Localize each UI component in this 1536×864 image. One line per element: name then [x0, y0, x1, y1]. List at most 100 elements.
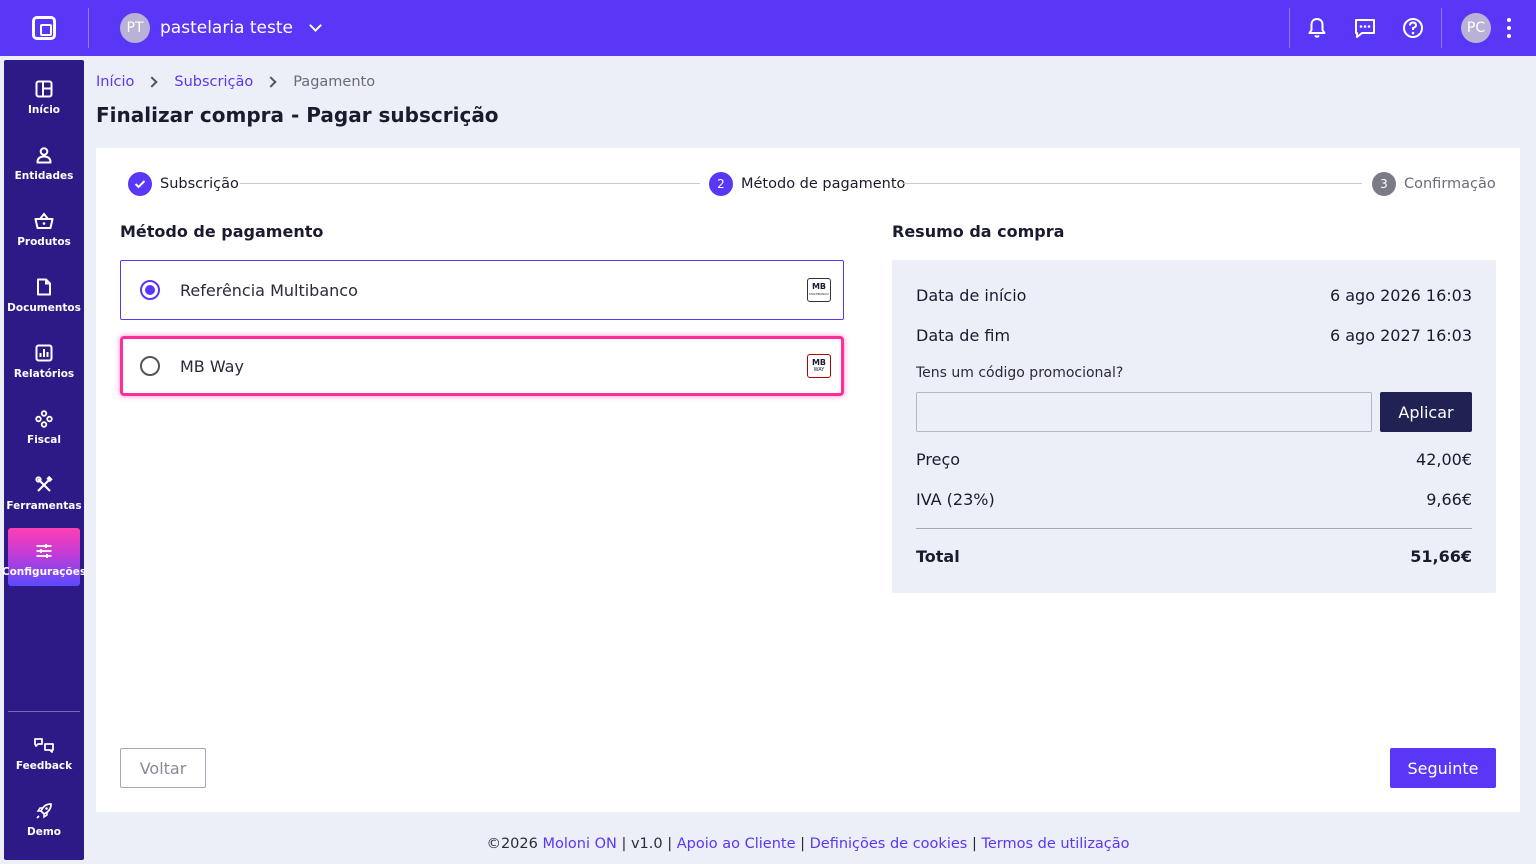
- radio-unselected[interactable]: [140, 356, 160, 376]
- sidebar-item-label: Ferramentas: [6, 500, 82, 512]
- person-icon: [36, 147, 52, 164]
- footer: ©2026 Moloni ON | v1.0 | Apoio ao Client…: [0, 836, 1536, 852]
- price-label: Preço: [916, 450, 961, 469]
- breadcrumb-inicio-link[interactable]: Início: [96, 74, 134, 90]
- check-icon: [128, 172, 152, 196]
- end-date-value: 6 ago 2027 16:03: [1329, 326, 1472, 345]
- chart-icon: [35, 344, 53, 362]
- total-value: 51,66€: [1410, 547, 1472, 566]
- footer-version: v1.0: [630, 836, 663, 852]
- summary-row-total: Total 51,66€: [916, 547, 1472, 566]
- sidebar: Início Entidades Produtos Documentos Rel…: [2, 60, 86, 860]
- price-value: 42,00€: [1416, 450, 1472, 469]
- vat-value: 9,66€: [1426, 490, 1472, 509]
- topbar-separator: [1441, 8, 1442, 48]
- chevron-right-icon: [265, 76, 277, 88]
- document-icon: [37, 278, 51, 296]
- more-menu-icon[interactable]: [1506, 18, 1512, 38]
- help-icon[interactable]: [1401, 16, 1425, 40]
- sidebar-item-ferramentas[interactable]: Ferramentas: [6, 462, 82, 520]
- sidebar-item-produtos[interactable]: Produtos: [8, 198, 80, 256]
- step-connector: [240, 183, 700, 184]
- footer-brand-link[interactable]: Moloni ON: [542, 836, 616, 852]
- footer-separator: |: [800, 836, 805, 852]
- promo-code-label: Tens um código promocional?: [916, 365, 1124, 381]
- topbar-separator: [1289, 8, 1290, 48]
- checkout-stepper: Subscrição 2 Método de pagamento 3 Confi…: [128, 172, 1496, 196]
- footer-separator: |: [667, 836, 673, 852]
- vat-label: IVA (23%): [916, 490, 995, 509]
- total-label: Total: [916, 547, 960, 566]
- mbway-logo-icon: MB WAY: [807, 354, 831, 378]
- checkout-card: Subscrição 2 Método de pagamento 3 Confi…: [96, 148, 1520, 812]
- user-avatar[interactable]: PC: [1461, 13, 1491, 43]
- step-subscricao[interactable]: Subscrição: [128, 172, 239, 196]
- topbar-separator: [88, 8, 89, 48]
- tools-icon: [35, 476, 53, 492]
- sidebar-item-label: Configurações: [1, 566, 87, 578]
- summary-row-price: Preço 42,00€: [916, 450, 1472, 469]
- sidebar-item-configuracoes[interactable]: Configurações: [2, 528, 86, 586]
- multibanco-logo-icon: MB MULTIBANCO: [807, 278, 831, 302]
- summary-divider: [916, 528, 1472, 529]
- summary-row-start: Data de início 6 ago 2026 16:03: [916, 286, 1472, 305]
- page-title: Finalizar compra - Pagar subscrição: [96, 103, 499, 127]
- footer-support-link[interactable]: Apoio ao Cliente: [677, 836, 796, 852]
- start-date-label: Data de início: [916, 286, 1027, 305]
- step-label: Método de pagamento: [741, 176, 906, 192]
- summary-row-end: Data de fim 6 ago 2027 16:03: [916, 326, 1472, 345]
- step-metodo-pagamento[interactable]: 2 Método de pagamento: [709, 172, 905, 196]
- promo-code-input[interactable]: [916, 392, 1372, 432]
- payment-option-mbway[interactable]: MB Way MB WAY: [120, 336, 844, 396]
- sidebar-item-label: Entidades: [14, 170, 74, 182]
- sidebar-item-feedback[interactable]: Feedback: [8, 722, 80, 780]
- payment-option-multibanco[interactable]: Referência Multibanco MB MULTIBANCO: [120, 260, 844, 320]
- breadcrumb-subscricao-link[interactable]: Subscrição: [174, 74, 253, 90]
- step-label: Confirmação: [1404, 176, 1496, 192]
- messages-icon[interactable]: [1353, 16, 1377, 40]
- chevron-down-icon: [309, 19, 322, 32]
- sidebar-item-documentos[interactable]: Documentos: [7, 264, 81, 322]
- company-selector[interactable]: PT pastelaria teste: [120, 13, 322, 43]
- footer-separator: |: [971, 836, 977, 852]
- footer-terms-link[interactable]: Termos de utilização: [981, 836, 1129, 852]
- chevron-right-icon: [146, 76, 159, 88]
- sidebar-item-label: Feedback: [15, 760, 73, 772]
- sidebar-item-label: Relatórios: [13, 368, 75, 380]
- moloni-logo-icon[interactable]: [32, 16, 56, 40]
- top-bar: PT pastelaria teste PC: [0, 0, 1536, 56]
- radio-selected[interactable]: [140, 280, 160, 300]
- basket-icon: [34, 212, 54, 229]
- step-number: 2: [709, 172, 733, 196]
- company-avatar: PT: [120, 13, 150, 43]
- company-name: pastelaria teste: [160, 18, 293, 38]
- breadcrumb: Início Subscrição Pagamento: [96, 74, 375, 90]
- back-button[interactable]: Voltar: [120, 748, 206, 788]
- purchase-summary: Data de início 6 ago 2026 16:03 Data de …: [892, 260, 1496, 593]
- rocket-icon: [36, 803, 52, 819]
- next-button[interactable]: Seguinte: [1390, 748, 1496, 788]
- sidebar-item-inicio[interactable]: Início: [8, 66, 80, 124]
- apply-promo-button[interactable]: Aplicar: [1380, 392, 1472, 432]
- bell-icon[interactable]: [1305, 16, 1329, 40]
- feedback-icon: [34, 738, 54, 753]
- sidebar-item-label: Fiscal: [27, 434, 61, 446]
- step-connector: [902, 183, 1362, 184]
- sidebar-item-fiscal[interactable]: Fiscal: [8, 396, 80, 454]
- payment-option-label: MB Way: [180, 356, 244, 376]
- footer-cookies-link[interactable]: Definições de cookies: [810, 836, 968, 852]
- sidebar-item-entidades[interactable]: Entidades: [8, 132, 80, 190]
- footer-copyright: ©2026: [486, 836, 538, 852]
- fiscal-icon: [35, 410, 53, 428]
- settings-sliders-icon: [36, 544, 52, 558]
- start-date-value: 6 ago 2026 16:03: [1329, 286, 1472, 305]
- dashboard-icon: [35, 80, 53, 98]
- footer-separator: |: [621, 836, 627, 852]
- step-number: 3: [1372, 172, 1396, 196]
- sidebar-separator: [8, 711, 80, 712]
- step-confirmacao[interactable]: 3 Confirmação: [1372, 172, 1496, 196]
- summary-row-vat: IVA (23%) 9,66€: [916, 490, 1472, 509]
- sidebar-item-label: Início: [27, 104, 61, 116]
- end-date-label: Data de fim: [916, 326, 1011, 345]
- sidebar-item-relatorios[interactable]: Relatórios: [8, 330, 80, 388]
